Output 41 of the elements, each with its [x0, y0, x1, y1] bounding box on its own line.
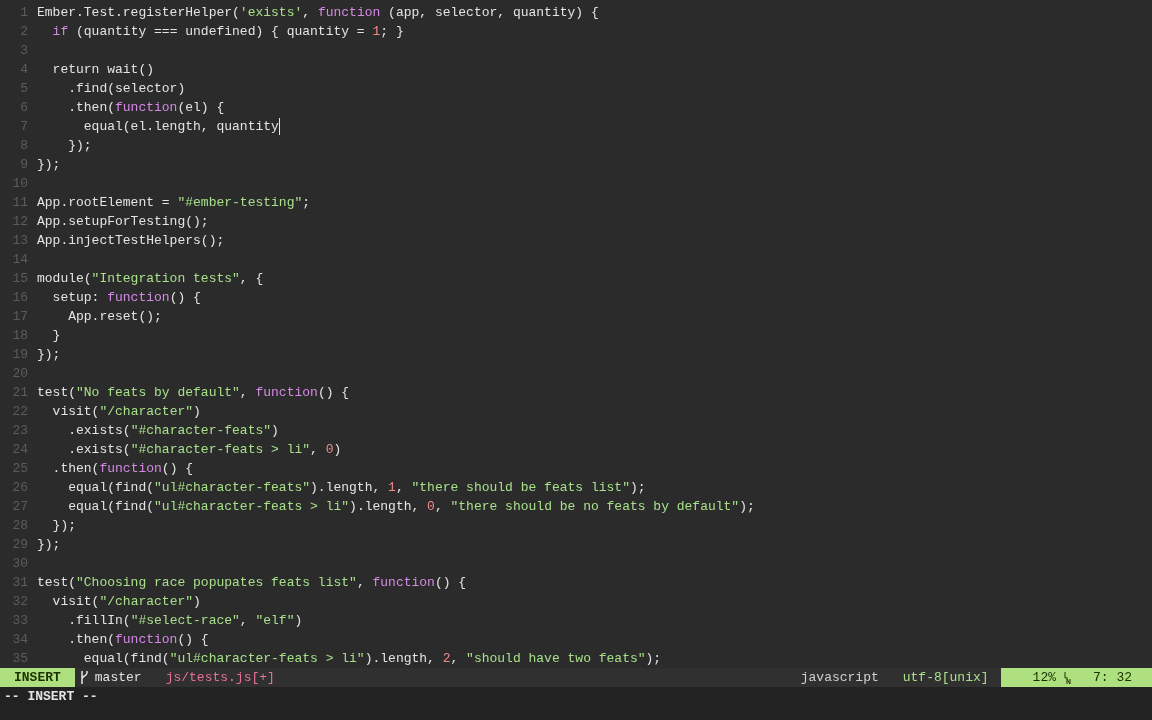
- code-line: Ember.Test.registerHelper('exists', function (app, selector, quantity) {: [37, 4, 599, 22]
- cursor-position: 7: 32: [1093, 669, 1132, 687]
- code-line: visit("/character"): [51, 403, 201, 421]
- code-line: module("Integration tests", {: [37, 270, 264, 288]
- code-line: .then(function() {: [67, 631, 209, 649]
- code-line: equal(find("ul#character-feats > li").length, 0, "there should be no feats by default");: [67, 498, 755, 516]
- code-line: App.reset();: [67, 308, 162, 326]
- code-line: App.injectTestHelpers();: [37, 232, 225, 250]
- code-line: test("Choosing race popupates feats list", function() {: [37, 574, 467, 592]
- code-line: equal(el.length, quantity: [82, 117, 281, 136]
- code-line: App.setupForTesting();: [37, 213, 209, 231]
- code-line: App.rootElement = "#ember-testing";: [37, 194, 311, 212]
- code-line: .find(selector): [67, 80, 186, 98]
- percent-label: 12%: [1032, 669, 1056, 687]
- code-line: });: [67, 137, 92, 155]
- code-line: });: [37, 346, 61, 364]
- text-cursor: [278, 118, 281, 135]
- code-line: test("No feats by default", function() {: [37, 384, 350, 402]
- code-line: .fillIn("#select-race", "elf"): [67, 612, 303, 630]
- code-line: });: [37, 536, 61, 554]
- code-line: if (quantity === undefined) { quantity = 1; }: [51, 23, 404, 41]
- filetype-label: javascript: [800, 669, 879, 687]
- code-line: .exists("#character-feats"): [67, 422, 279, 440]
- file-name: js/tests.js[+]: [165, 669, 275, 687]
- command-line: -- INSERT --: [4, 688, 98, 706]
- code-line: }: [51, 327, 61, 345]
- code-line: visit("/character"): [51, 593, 201, 611]
- branch-icon: [79, 671, 89, 684]
- code-line: equal(find("ul#character-feats > li").length, 2, "should have two feats");: [82, 650, 662, 668]
- encoding-label: utf-8[unix]: [902, 669, 989, 687]
- code-line: .exists("#character-feats > li", 0): [67, 441, 342, 459]
- mode-indicator: INSERT: [0, 668, 75, 687]
- line-number-icon: [1064, 671, 1071, 684]
- code-line: .then(function(el) {: [67, 99, 225, 117]
- code-line: });: [51, 517, 76, 535]
- branch-name: master: [94, 669, 142, 687]
- code-line: setup: function() {: [51, 289, 201, 307]
- code-line: return wait(): [51, 61, 155, 79]
- code-line: });: [37, 156, 61, 174]
- code-line: .then(function() {: [51, 460, 194, 478]
- code-line: equal(find("ul#character-feats").length, 1, "there should be feats list");: [67, 479, 646, 497]
